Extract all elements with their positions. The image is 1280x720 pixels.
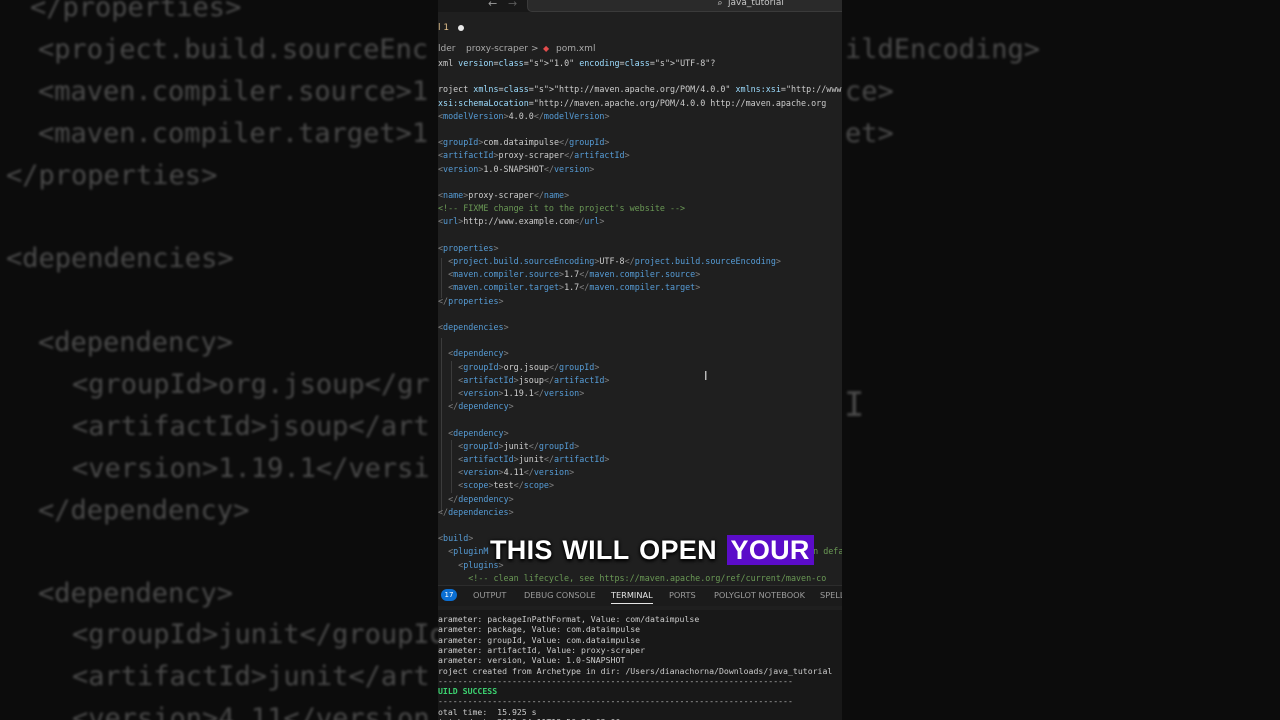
bg-line: <dependencies> — [6, 243, 234, 274]
code-line[interactable]: <version>1.19.1</version> — [438, 387, 584, 400]
bg-line: <project.build.sourceEnc — [38, 34, 429, 65]
bg-cursor-icon: I — [844, 385, 865, 425]
editor-window: ← → ⌕ java_tutorial l 1 lder proxy-scrap… — [438, 0, 842, 720]
breadcrumb-project[interactable]: proxy-scraper — [466, 44, 528, 54]
title-bar: ← → ⌕ java_tutorial — [438, 0, 842, 12]
bg-line: <dependency> — [38, 578, 234, 609]
bg-line: ce> — [845, 76, 894, 107]
code-line[interactable]: <!-- clean lifecycle, see https://maven.… — [438, 572, 826, 585]
code-line[interactable]: xml version=class="s">"1.0" encoding=cla… — [438, 57, 715, 70]
workspace-name[interactable]: java_tutorial — [728, 0, 784, 8]
terminal-line: arameter: version, Value: 1.0-SNAPSHOT — [438, 655, 626, 666]
breadcrumb-folder[interactable]: lder — [438, 44, 455, 54]
bg-line: <artifactId>jsoup</art — [72, 411, 430, 442]
terminal-line: arameter: package, Value: com.dataimpuls… — [438, 624, 641, 635]
tab-output[interactable]: OUTPUT — [473, 590, 506, 600]
code-line[interactable]: <pluginM — [438, 545, 488, 558]
code-line[interactable]: </dependency> — [438, 400, 514, 413]
code-line[interactable]: <version>1.0-SNAPSHOT</version> — [438, 163, 594, 176]
back-arrow-icon[interactable]: ← — [488, 0, 497, 10]
bg-line: <version>1.19.1</versi — [72, 453, 430, 484]
bg-line: </properties> — [30, 0, 242, 23]
code-line[interactable]: <dependencies> — [438, 321, 509, 334]
code-line[interactable]: xsi:schemaLocation="http://maven.apache.… — [438, 97, 826, 110]
code-line[interactable]: <maven.compiler.target>1.7</maven.compil… — [438, 281, 700, 294]
code-line[interactable]: <dependency> — [438, 347, 509, 360]
code-line[interactable]: <properties> — [438, 242, 499, 255]
terminal-line: ----------------------------------------… — [438, 696, 793, 707]
tab-debug-console[interactable]: DEBUG CONSOLE — [524, 590, 596, 600]
breadcrumb-file[interactable]: pom.xml — [556, 44, 595, 54]
terminal-line: arameter: groupId, Value: com.dataimpuls… — [438, 634, 641, 645]
code-line[interactable]: roject xmlns=class="s">"http://maven.apa… — [438, 83, 842, 96]
bg-line: ildEncoding> — [845, 34, 1041, 65]
bg-line: </dependency> — [38, 495, 250, 526]
bg-line: </properties> — [6, 160, 218, 191]
bg-line: <groupId>org.jsoup</gr — [72, 369, 430, 400]
code-line[interactable]: <modelVersion>4.0.0</modelVersion> — [438, 110, 609, 123]
code-line[interactable]: <artifactId>jsoup</artifactId> — [438, 374, 609, 387]
code-line[interactable]: </dependency> — [438, 493, 514, 506]
video-caption: THIS WILL OPEN YOUR — [490, 535, 814, 571]
chevron-right-icon: > — [531, 44, 539, 54]
terminal-line: roject created from Archetype in dir: /U… — [438, 665, 833, 676]
bg-line: <maven.compiler.source>1 — [38, 76, 429, 107]
bg-line: <maven.compiler.target>1 — [38, 118, 429, 149]
unsaved-dot-icon[interactable] — [458, 25, 464, 31]
code-line[interactable]: </properties> — [438, 295, 504, 308]
caption-word: WILL — [562, 535, 630, 565]
forward-arrow-icon[interactable]: → — [508, 0, 517, 10]
terminal-line: UILD SUCCESS — [438, 686, 498, 697]
terminal-line: otal time: 15.925 s — [438, 706, 537, 717]
code-line[interactable]: <groupId>org.jsoup</groupId> — [438, 361, 599, 374]
tab-polyglot-notebook[interactable]: POLYGLOT NOTEBOOK — [714, 590, 805, 600]
code-line[interactable]: <!-- FIXME change it to the project's we… — [438, 202, 685, 215]
problems-count-badge[interactable]: 17 — [441, 589, 457, 601]
code-line[interactable]: <name>proxy-scraper</name> — [438, 189, 569, 202]
caption-word: THIS — [490, 535, 553, 565]
code-line[interactable]: <dependency> — [438, 427, 509, 440]
code-line[interactable]: <artifactId>junit</artifactId> — [438, 453, 609, 466]
terminal-line: arameter: packageInPathFormat, Value: co… — [438, 614, 700, 624]
code-line[interactable]: <build> — [438, 532, 473, 545]
bg-line: <version>4.11</version — [72, 703, 430, 720]
editor-tab-label[interactable]: l 1 — [438, 23, 449, 33]
tab-spell[interactable]: SPELL — [820, 590, 842, 600]
editor-tab-bar: l 1 — [438, 19, 842, 39]
tab-ports[interactable]: PORTS — [669, 590, 696, 600]
panel-tabs: 17 OUTPUT DEBUG CONSOLE TERMINAL PORTS P… — [438, 585, 842, 606]
code-line[interactable]: </dependencies> — [438, 506, 514, 519]
code-line[interactable]: <project.build.sourceEncoding>UTF-8</pro… — [438, 255, 781, 268]
terminal-line: ----------------------------------------… — [438, 675, 793, 686]
bg-line: <dependency> — [38, 327, 234, 358]
search-icon: ⌕ — [717, 0, 723, 9]
code-line[interactable]: <groupId>junit</groupId> — [438, 440, 579, 453]
code-line[interactable]: <scope>test</scope> — [438, 479, 554, 492]
caption-highlight-word: YOUR — [726, 535, 814, 565]
code-line[interactable]: <maven.compiler.source>1.7</maven.compil… — [438, 268, 700, 281]
terminal-line: arameter: artifactId, Value: proxy-scrap… — [438, 644, 646, 655]
xml-file-icon: ◆ — [543, 44, 550, 53]
bg-line: et> — [845, 118, 894, 149]
command-center-search[interactable] — [527, 0, 842, 12]
code-line[interactable]: <artifactId>proxy-scraper</artifactId> — [438, 149, 630, 162]
tab-terminal[interactable]: TERMINAL — [611, 590, 653, 604]
terminal-output[interactable]: arameter: packageInPathFormat, Value: co… — [438, 610, 842, 720]
bg-line: <groupId>junit</groupId — [72, 619, 446, 650]
code-line[interactable]: <groupId>com.dataimpulse</groupId> — [438, 136, 609, 149]
bg-line: <artifactId>junit</art — [72, 661, 430, 692]
code-line[interactable]: <version>4.11</version> — [438, 466, 574, 479]
code-line[interactable]: <url>http://www.example.com</url> — [438, 215, 604, 228]
caption-word: OPEN — [639, 535, 717, 565]
text-cursor-icon: I — [704, 369, 708, 383]
